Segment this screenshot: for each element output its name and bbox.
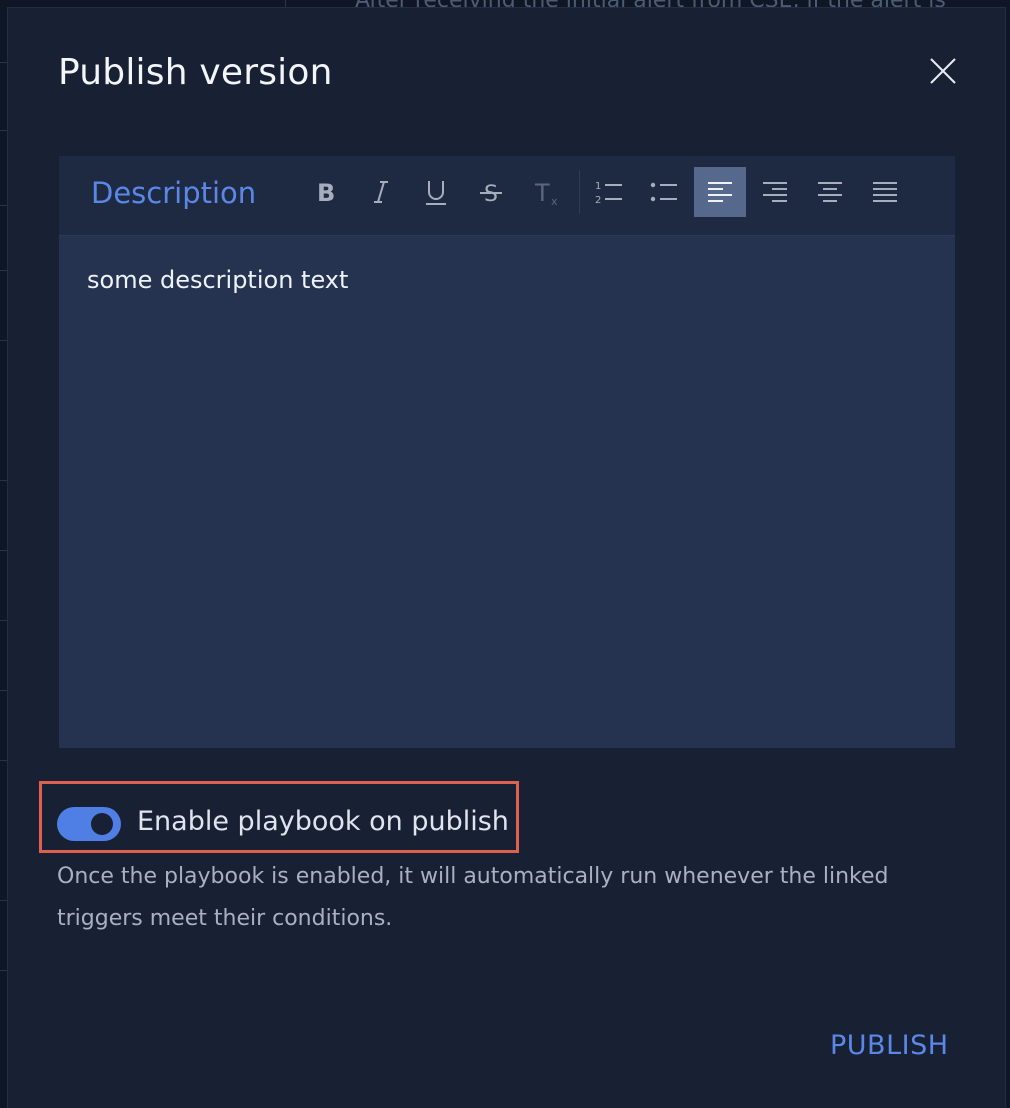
svg-text:T: T [534, 179, 550, 207]
svg-text:1: 1 [595, 181, 601, 192]
strikethrough-button[interactable]: S [465, 167, 517, 217]
background-divider [0, 620, 8, 621]
editor-label: Description [91, 176, 257, 210]
background-divider [0, 130, 8, 131]
close-button[interactable] [926, 54, 960, 88]
background-divider [0, 900, 8, 901]
editor-toolbar: Description B S T x 1 2 [59, 156, 955, 236]
align-left-icon [708, 182, 732, 202]
underline-icon [426, 181, 446, 205]
background-divider [285, 0, 286, 8]
bold-button[interactable]: B [300, 167, 352, 217]
align-right-button[interactable] [749, 167, 801, 217]
svg-text:S: S [484, 182, 498, 207]
bullet-list-button[interactable] [638, 167, 690, 217]
align-center-icon [818, 182, 842, 202]
align-left-button[interactable] [694, 167, 746, 217]
bullet-list-icon [650, 182, 677, 202]
background-divider [0, 205, 8, 206]
clear-format-icon: T x [534, 179, 558, 207]
description-editor: Description B S T x 1 2 some description… [59, 156, 955, 748]
background-divider [0, 62, 8, 63]
toggle-label: Enable playbook on publish [137, 806, 509, 837]
enable-playbook-toggle[interactable] [57, 807, 121, 841]
ordered-list-button[interactable]: 1 2 [583, 167, 635, 217]
background-divider [0, 760, 8, 761]
svg-text:x: x [551, 195, 558, 207]
background-divider [0, 550, 8, 551]
align-center-button[interactable] [804, 167, 856, 217]
italic-icon [374, 181, 388, 203]
clear-format-button[interactable]: T x [520, 167, 572, 217]
background-divider [0, 970, 8, 971]
strikethrough-icon: S [480, 182, 502, 207]
bold-icon: B [317, 179, 335, 207]
dialog-title: Publish version [58, 52, 333, 93]
background-text: After receiving the initial alert from C… [355, 0, 1010, 8]
publish-version-dialog: Publish version Description B S T x 1 2 … [8, 8, 1005, 1108]
close-icon [930, 58, 956, 84]
toggle-help-text: Once the playbook is enabled, it will au… [57, 864, 889, 931]
toggle-knob [91, 813, 113, 835]
background-divider [0, 340, 8, 341]
italic-button[interactable] [355, 167, 407, 217]
svg-text:B: B [317, 179, 335, 207]
underline-button[interactable] [410, 167, 462, 217]
background-divider [0, 270, 8, 271]
align-justify-icon [873, 182, 897, 202]
align-right-icon [763, 182, 787, 202]
toolbar-divider [579, 170, 580, 214]
svg-text:2: 2 [595, 195, 601, 206]
publish-button[interactable]: PUBLISH [830, 1030, 949, 1061]
ordered-list-icon: 1 2 [595, 181, 622, 206]
align-justify-button[interactable] [859, 167, 911, 217]
background-divider [0, 480, 8, 481]
description-text-area[interactable]: some description text [87, 266, 348, 294]
background-divider [0, 690, 8, 691]
